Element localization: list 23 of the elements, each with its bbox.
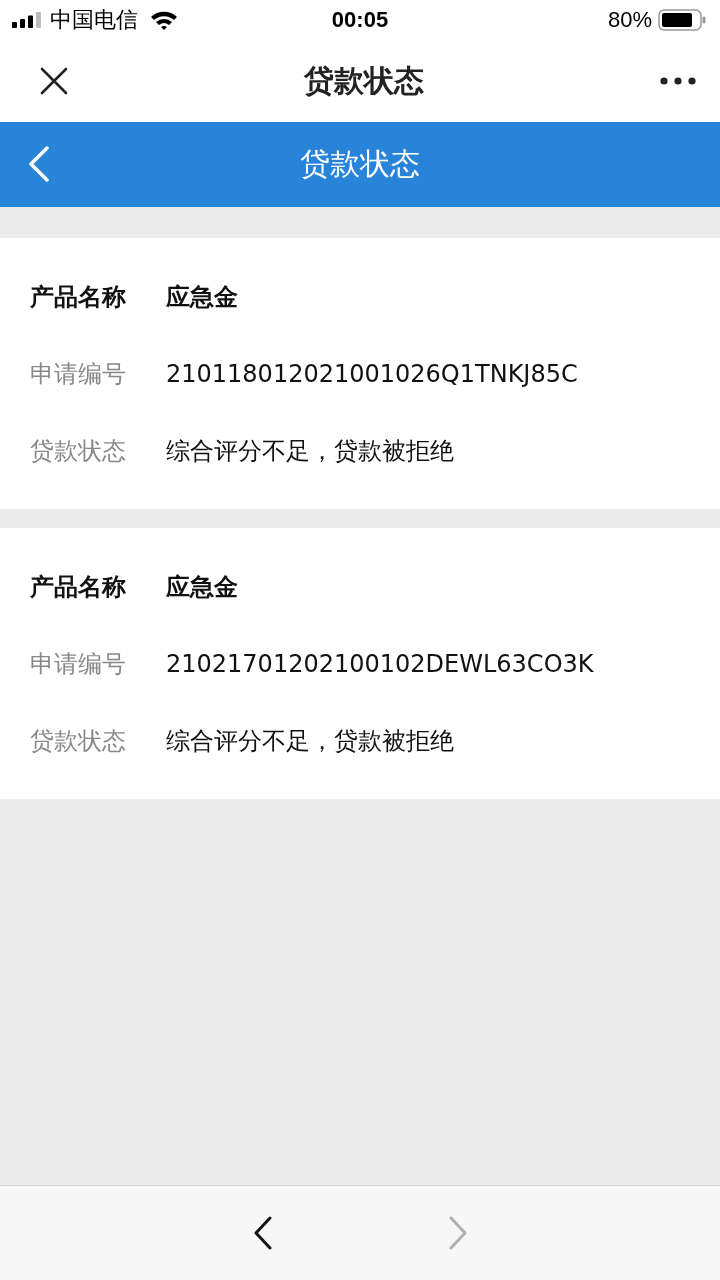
- close-icon[interactable]: [40, 67, 68, 95]
- signal-icon: [12, 12, 42, 28]
- carrier-name: 中国电信: [50, 6, 138, 34]
- header-title: 贷款状态: [300, 145, 420, 183]
- battery-percent: 80%: [607, 7, 652, 33]
- field-value: 综合评分不足，贷款被拒绝: [166, 435, 454, 467]
- back-icon[interactable]: [252, 1216, 273, 1250]
- field-label: 申请编号: [30, 648, 127, 680]
- field-value: 210118012021001026Q1TNKJ85C: [166, 359, 578, 388]
- battery-icon: [658, 9, 706, 31]
- field-value: 21021701202100102DEWL63CO3K: [166, 649, 594, 678]
- field-label: 贷款状态: [30, 435, 127, 467]
- field-label: 贷款状态: [30, 725, 127, 757]
- wifi-icon: [150, 10, 178, 30]
- field-value: 应急金: [166, 281, 238, 313]
- clock-time: 00:05: [331, 7, 389, 33]
- more-icon[interactable]: [660, 77, 696, 85]
- page-title: 贷款状态: [304, 61, 424, 100]
- field-value: 综合评分不足，贷款被拒绝: [166, 725, 454, 757]
- field-label: 产品名称: [30, 281, 127, 313]
- field-label: 申请编号: [30, 358, 127, 390]
- field-value: 应急金: [166, 571, 238, 603]
- field-label: 产品名称: [30, 571, 127, 603]
